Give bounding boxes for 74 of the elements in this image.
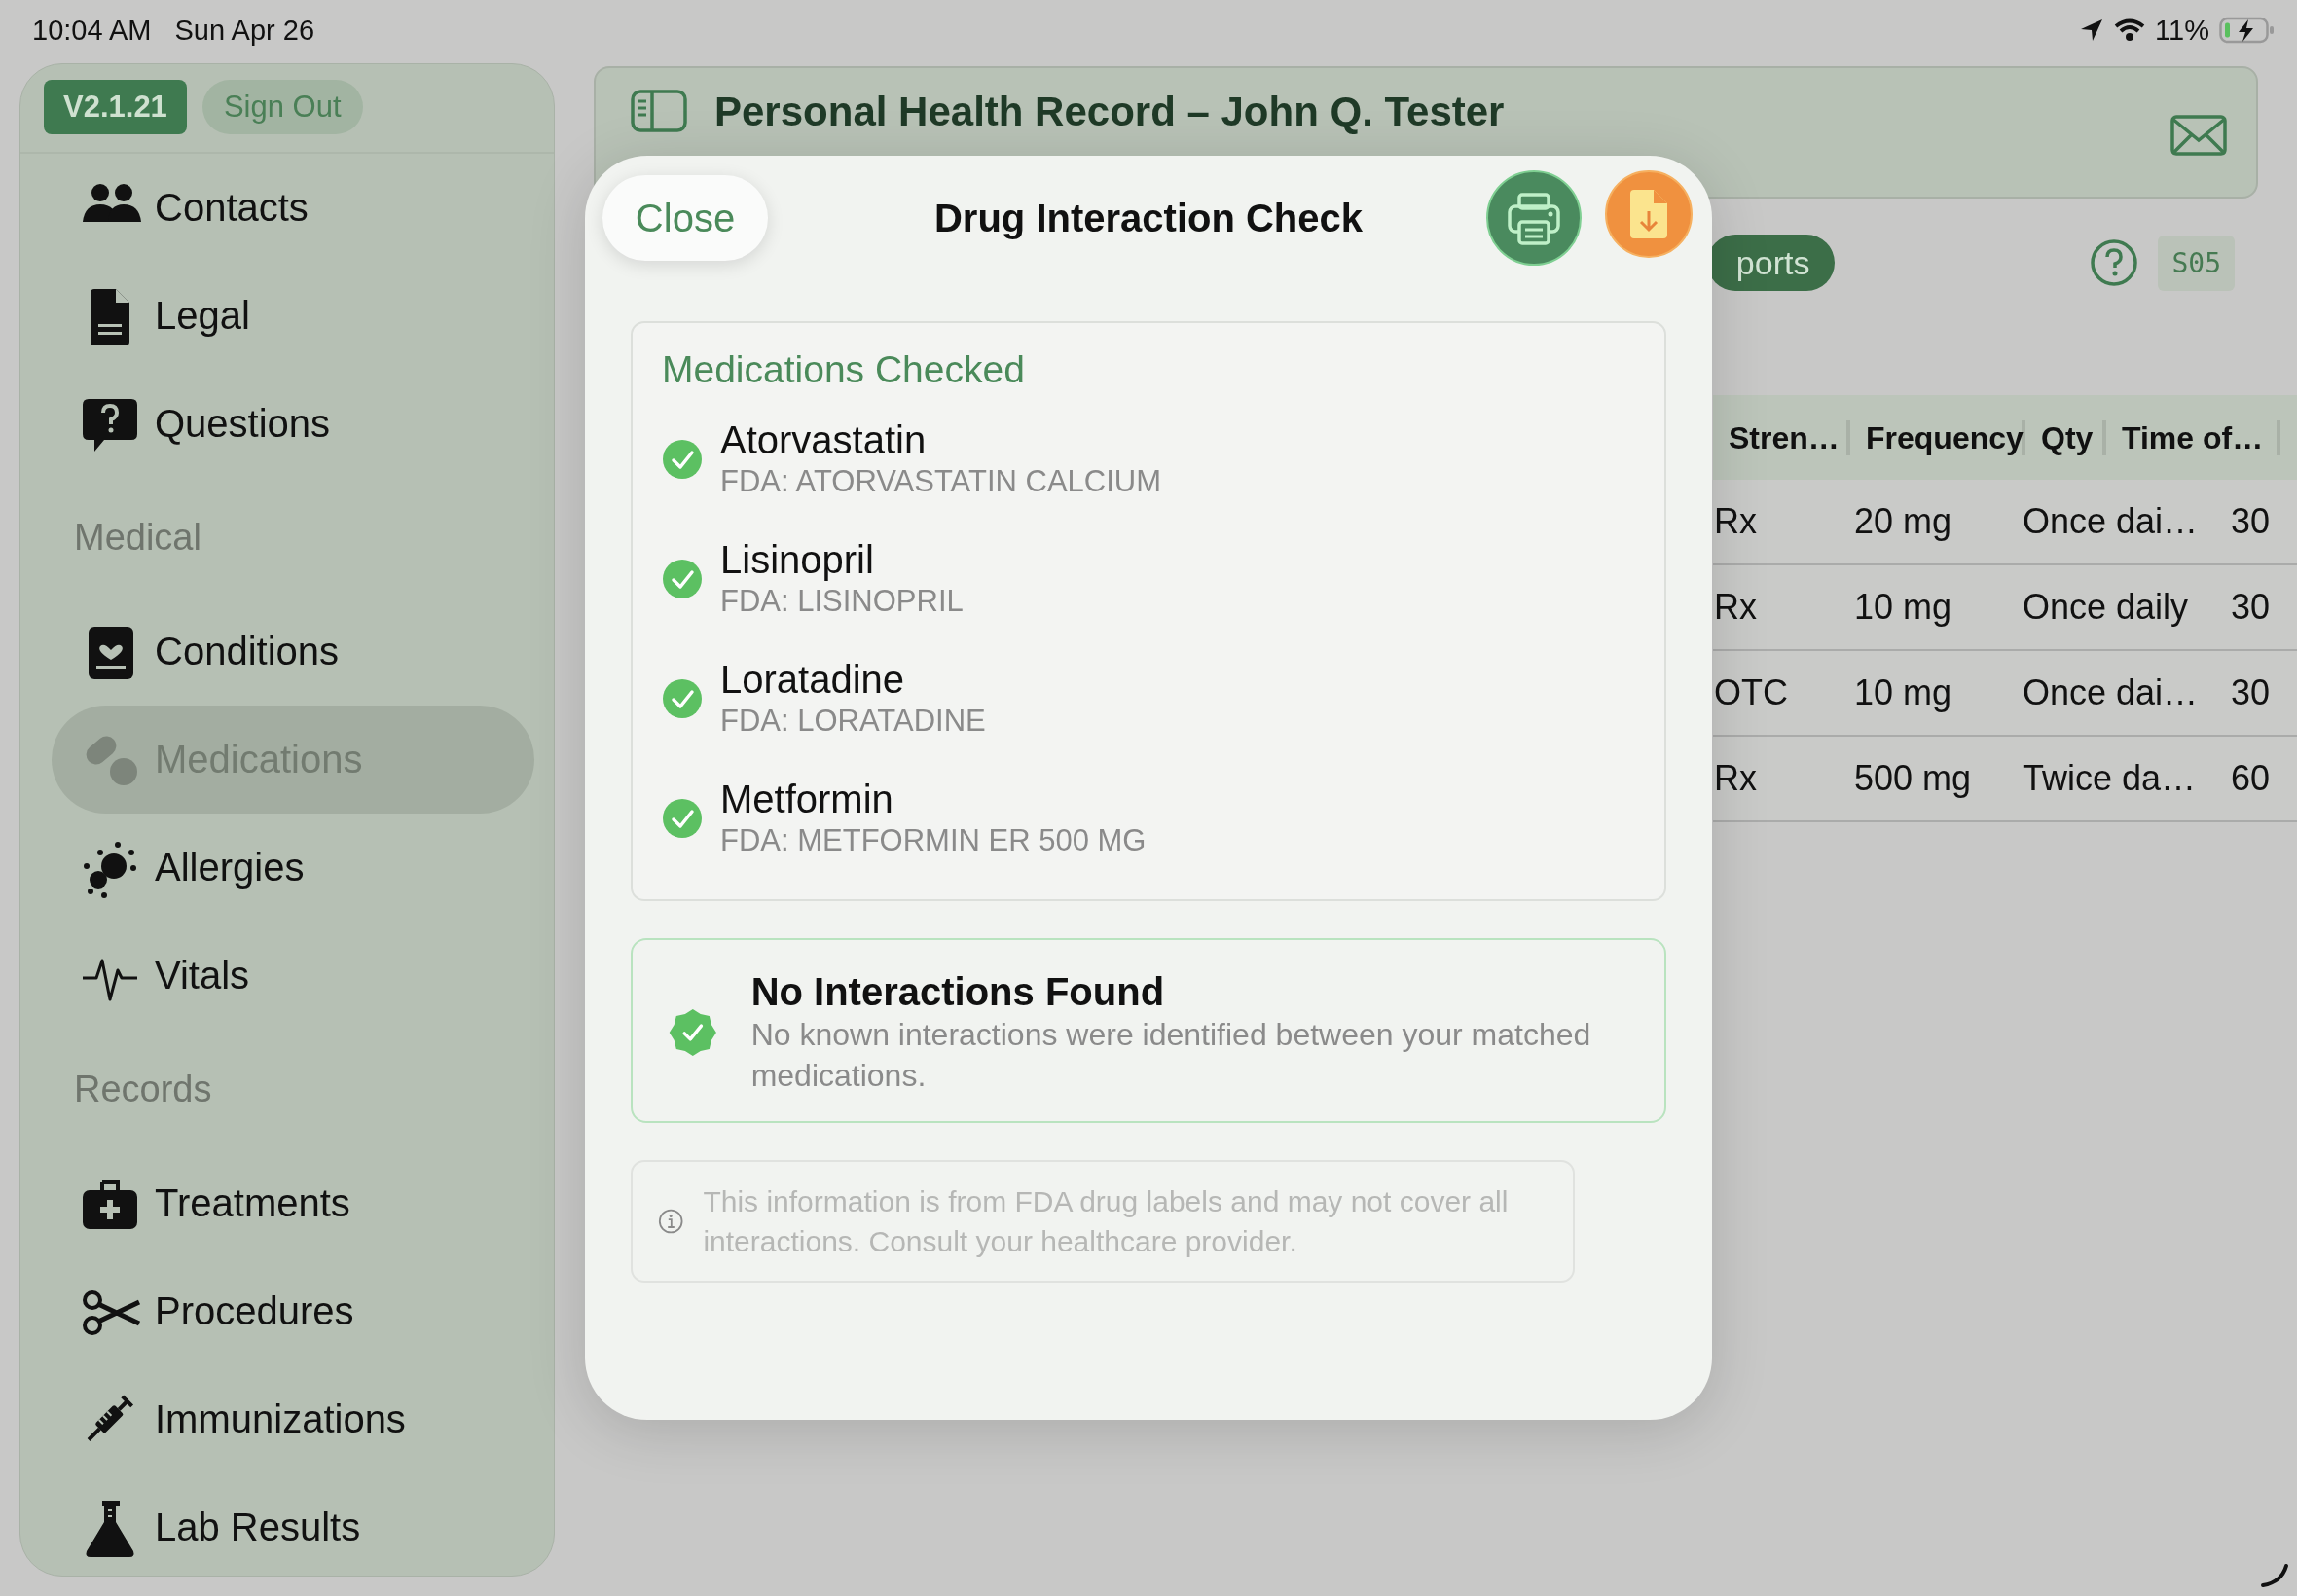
sidebar-label: Lab Results (155, 1505, 361, 1549)
table-cell-text: 30 (2230, 672, 2272, 713)
table-cell-text: Once dai… (2022, 672, 2200, 713)
medication-name: Metformin (720, 776, 894, 821)
sidebar-label: Legal (155, 294, 250, 338)
section-heading: Medical (73, 516, 202, 560)
sidebar-item[interactable]: Vitals (52, 922, 534, 1030)
table-cell-text: Rx (1713, 501, 1758, 542)
document-download-icon (1628, 188, 1669, 240)
table-cell-text: 60 (2230, 758, 2272, 799)
sidebar-item[interactable]: Immunizations (52, 1365, 534, 1473)
sidebar-label: Allergies (155, 846, 305, 889)
check-circle-icon (662, 677, 703, 719)
sidebar-item[interactable]: Contacts (52, 154, 534, 262)
fda-name: FDA: METFORMIN ER 500 MG (720, 821, 1147, 859)
sidebar-label: Conditions (155, 630, 339, 673)
dialog-title: Drug Interaction Check (933, 196, 1364, 239)
sidebar-label: Questions (155, 402, 331, 446)
battery-charging-icon (2219, 17, 2276, 44)
corner-handle-icon (2260, 1563, 2289, 1588)
medication-name: Lisinopril (720, 536, 875, 582)
column-header[interactable]: Time of… (2106, 419, 2280, 455)
table-cell-text: Once dai… (2022, 501, 2200, 542)
check-circle-icon (662, 558, 703, 599)
sidebar-label: Vitals (155, 954, 250, 998)
section-heading: Records (73, 1068, 213, 1111)
sidebar-toggle-icon[interactable] (631, 88, 687, 132)
table-cell-text: 30 (2230, 587, 2272, 628)
battery-percent: 11% (2155, 14, 2209, 47)
check-circle-icon (662, 797, 703, 839)
table-cell-text: Rx (1713, 587, 1758, 628)
table-cell-text: 10 mg (1853, 587, 1953, 628)
sidebar-item[interactable]: Questions (52, 370, 534, 478)
help-icon[interactable] (2090, 238, 2139, 287)
sidebar-label: Procedures (155, 1289, 354, 1333)
version-button[interactable]: V2.1.21 (44, 80, 187, 134)
wifi-icon (2114, 18, 2146, 42)
check-circle-icon (662, 438, 703, 480)
column-header[interactable]: Frequency (1850, 419, 2025, 455)
table-cell-text: 30 (2230, 501, 2272, 542)
medication-name: Loratadine (720, 656, 906, 702)
location-icon (2079, 18, 2105, 43)
printer-icon (1506, 191, 1562, 245)
sidebar-label: Immunizations (155, 1397, 406, 1441)
fda-name: FDA: ATORVASTATIN CALCIUM (720, 462, 1161, 500)
table-cell-text: Twice da… (2022, 758, 2198, 799)
sidebar-item[interactable]: Procedures (52, 1257, 534, 1365)
record-title: Personal Health Record – John Q. Tester (714, 88, 1505, 136)
table-cell-text: 500 mg (1853, 758, 1973, 799)
sidebar-label: Contacts (155, 186, 309, 230)
table-cell-text: Rx (1713, 758, 1758, 799)
sidebar-item[interactable]: Legal (52, 262, 534, 370)
fda-name: FDA: LISINOPRIL (720, 582, 964, 620)
sidebar-item[interactable]: Treatments (52, 1149, 534, 1257)
result-title: No Interactions Found (750, 969, 1166, 1014)
result-message: No known interactions were identified between your matched medications. (750, 1016, 1592, 1095)
section-heading: Medications Checked (662, 348, 1026, 391)
sidebar-item[interactable]: Lab Results (52, 1473, 534, 1576)
column-header[interactable]: Qty (2025, 419, 2106, 455)
mail-icon[interactable] (2170, 115, 2227, 156)
sidebar-label: Treatments (155, 1181, 350, 1225)
screen-code: S05 (2158, 235, 2235, 291)
table-cell-text: 20 mg (1853, 501, 1953, 542)
sidebar-item[interactable]: Allergies (52, 814, 534, 922)
table-cell-text: Once daily (2022, 587, 2190, 628)
medication-name: Atorvastatin (720, 417, 928, 462)
table-cell-text: 10 mg (1853, 672, 1953, 713)
close-button[interactable]: Close (602, 175, 768, 261)
status-date: Sun Apr 26 (174, 14, 315, 47)
disclaimer-text: This information is from FDA drug labels and may not cover all interactions. Consult your healthcare provider. (703, 1184, 1510, 1259)
status-time: 10:04 AM (32, 14, 152, 47)
table-cell-text: OTC (1713, 672, 1789, 713)
fda-name: FDA: LORATADINE (720, 702, 986, 740)
sidebar-item[interactable]: Conditions (52, 598, 534, 706)
